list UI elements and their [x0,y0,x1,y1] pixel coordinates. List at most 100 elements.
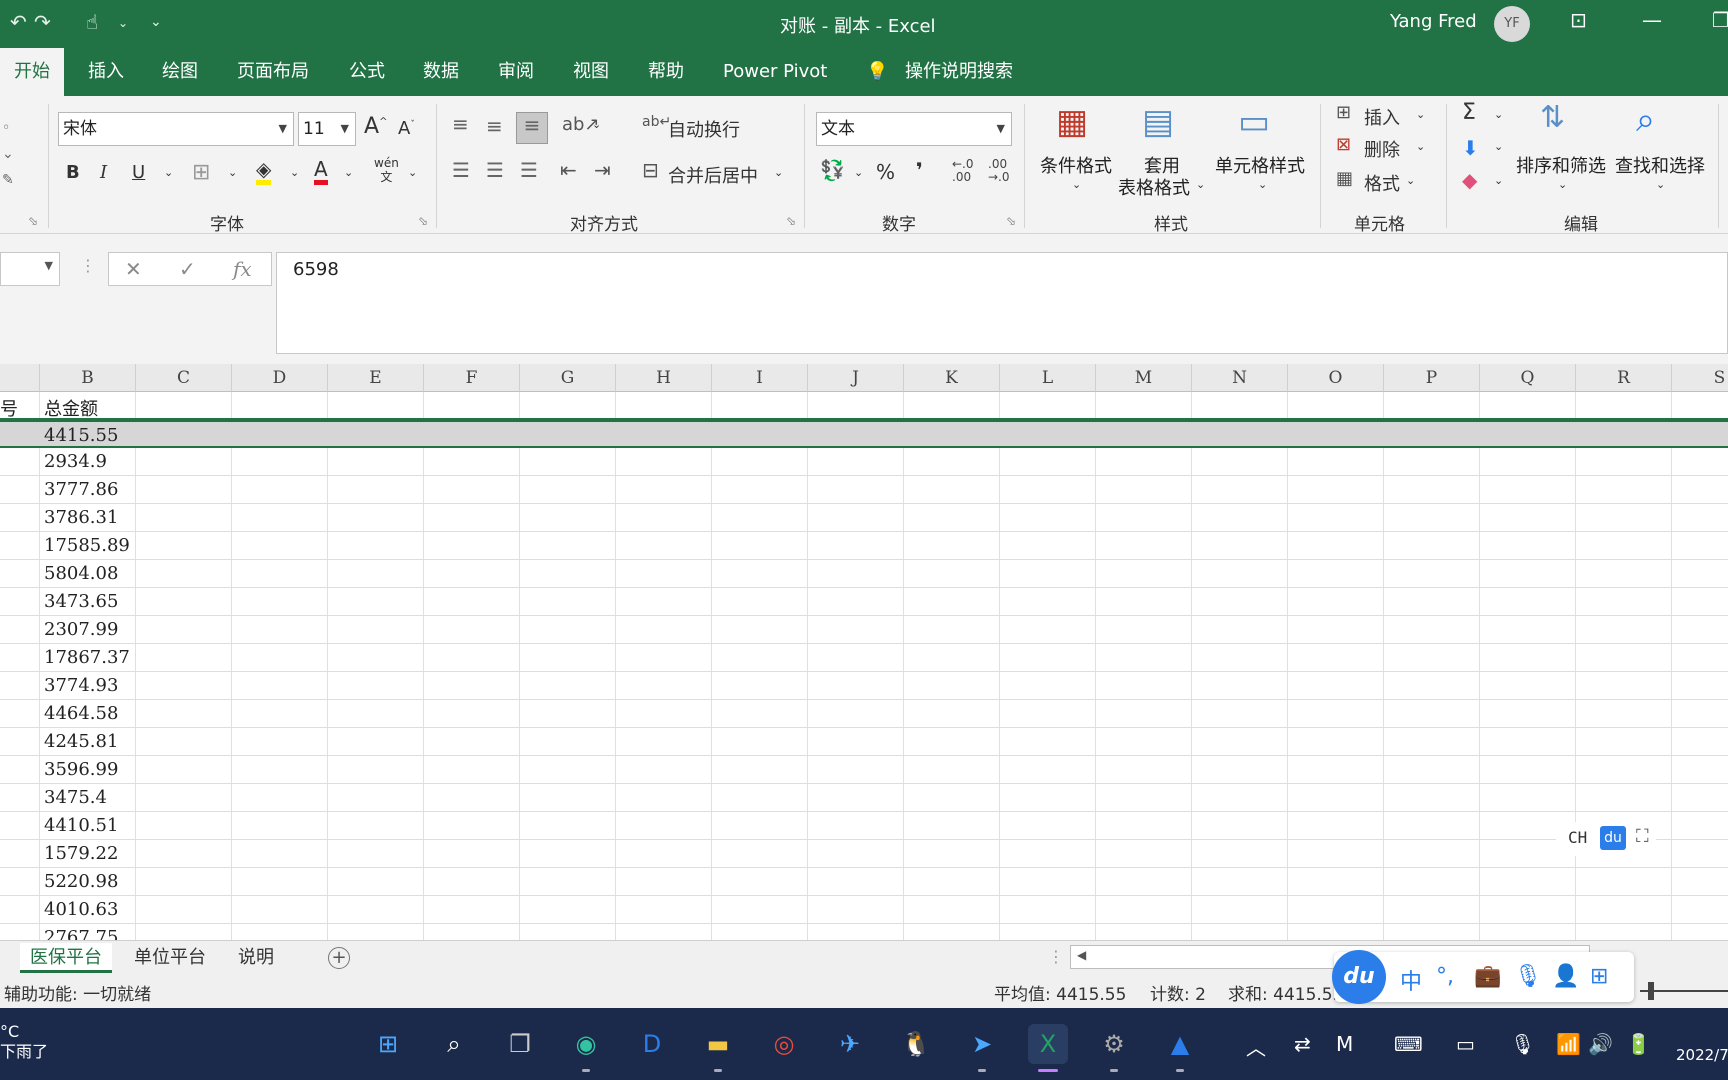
total-amount-cell[interactable]: 3596.99 [44,759,118,780]
table-row[interactable]: 3774.93 [0,672,1728,700]
column-header-l[interactable]: L [1000,364,1096,392]
toolbox-icon[interactable]: 💼 [1474,964,1501,989]
table-row[interactable]: 4010.63 [0,896,1728,924]
input-language-label[interactable]: CH [1568,828,1587,847]
orientation-dropdown-icon[interactable]: ⌄ [592,118,601,131]
cell-styles-icon[interactable]: ▭ [1238,102,1270,142]
drag-handle-icon[interactable]: ⋮ [80,256,96,275]
tray-display-icon[interactable]: ▭ [1456,1032,1475,1056]
expand-icon[interactable]: ⛶ [1636,826,1649,847]
redo-icon[interactable]: ↷ [34,10,51,34]
conditional-format-icon[interactable]: ▦ [1056,102,1088,142]
insert-cells-button[interactable]: 插入 [1364,104,1400,130]
table-row[interactable]: 3777.86 [0,476,1728,504]
conditional-format-button[interactable]: 条件格式 [1036,152,1116,178]
find-select-button[interactable]: 查找和选择 [1612,152,1708,178]
italic-button[interactable]: I [100,162,107,183]
table-row[interactable]: 4245.81 [0,728,1728,756]
underline-button[interactable]: U [132,162,145,183]
tab-view[interactable]: 视图 [573,48,609,96]
align-left-icon[interactable]: ☰ [452,158,470,182]
total-amount-cell[interactable]: 3786.31 [44,507,118,528]
align-top-icon[interactable]: ≡ [452,112,469,136]
feishu-icon[interactable]: ✈ [830,1024,870,1064]
total-amount-cell[interactable]: 3774.93 [44,675,118,696]
merge-center-button[interactable]: 合并后居中 [668,162,758,188]
sheet-tab-notes[interactable]: 说明 [228,943,284,973]
sort-filter-button[interactable]: 排序和筛选 [1516,152,1606,178]
tab-help[interactable]: 帮助 [648,48,684,96]
average-status[interactable]: 平均值: 4415.55 [994,980,1126,1005]
user-icon[interactable]: 👤 [1552,964,1579,989]
avatar[interactable]: YF [1494,6,1530,42]
column-header-j[interactable]: J [808,364,904,392]
font-color-icon[interactable]: A [314,158,328,185]
table-row[interactable]: 号总金额 [0,392,1728,420]
table-row[interactable]: 1579.22 [0,840,1728,868]
search-icon[interactable]: ⌕ [434,1024,474,1064]
format-as-table-line2[interactable]: 表格格式 [1114,174,1194,200]
shrink-font-icon[interactable]: Aˇ [398,118,415,139]
column-header-o[interactable]: O [1288,364,1384,392]
table-row[interactable]: 4464.58 [0,700,1728,728]
excel-taskbar-icon[interactable]: X [1028,1024,1068,1072]
border-icon[interactable]: ⊞ [192,160,210,185]
fill-icon[interactable]: ⬇ [1462,136,1479,160]
weather-widget[interactable]: °C 下雨了 [0,1022,48,1062]
file-explorer-icon[interactable]: ▬ [698,1024,738,1072]
column-header-a-partial[interactable] [0,364,40,392]
settings-icon[interactable]: ⚙ [1094,1024,1134,1072]
copy-icon[interactable]: ⌄ [2,146,14,162]
accounting-dropdown-icon[interactable]: ⌄ [854,166,863,179]
conditional-format-dropdown-icon[interactable]: ⌄ [1072,178,1081,191]
tray-settings-icon[interactable]: ⇄ [1294,1032,1311,1056]
count-status[interactable]: 计数: 2 [1150,980,1206,1005]
format-cells-icon[interactable]: ▦ [1336,168,1353,189]
align-bottom-icon[interactable]: ≡ [516,112,548,144]
column-header-b[interactable]: B [40,364,136,392]
insert-function-icon[interactable]: fx [233,257,252,281]
total-amount-cell[interactable]: 4010.63 [44,899,118,920]
insert-dropdown-icon[interactable]: ⌄ [1416,108,1425,121]
total-amount-cell[interactable]: 17585.89 [44,535,130,556]
sort-filter-icon[interactable]: ⇅ [1540,100,1565,135]
column-header-r[interactable]: R [1576,364,1672,392]
insert-cells-icon[interactable]: ⊞ [1336,102,1351,123]
find-select-icon[interactable]: ⌕ [1636,100,1655,140]
wrap-text-icon[interactable]: ab↵ [642,114,671,130]
total-amount-cell[interactable]: 5220.98 [44,871,118,892]
table-row[interactable]: 5804.08 [0,560,1728,588]
tab-review[interactable]: 审阅 [498,48,534,96]
battery-icon[interactable]: 🔋 [1626,1032,1651,1056]
column-header-d[interactable]: D [232,364,328,392]
table-row[interactable]: 17867.37 [0,644,1728,672]
fill-color-dropdown-icon[interactable]: ⌄ [290,166,299,179]
clear-dropdown-icon[interactable]: ⌄ [1494,174,1503,187]
total-amount-cell[interactable]: 1579.22 [44,843,118,864]
sort-filter-dropdown-icon[interactable]: ⌄ [1558,178,1567,191]
table-row[interactable]: 4415.55 [0,420,1728,448]
total-amount-cell[interactable]: 2934.9 [44,451,107,472]
qq-icon[interactable]: 🐧 [896,1024,936,1064]
cancel-icon[interactable]: ✕ [125,257,142,281]
number-format-combo[interactable]: 文本 ▼ [816,112,1012,146]
align-center-icon[interactable]: ☰ [486,158,504,182]
restore-icon[interactable]: ❐ [1712,8,1728,32]
table-row[interactable]: 5220.98 [0,868,1728,896]
tab-power-pivot[interactable]: Power Pivot [723,48,827,96]
format-painter-icon[interactable]: ✎ [2,172,14,188]
phonetic-dropdown-icon[interactable]: ⌄ [408,166,417,179]
format-dropdown-icon[interactable]: ⌄ [1406,174,1415,187]
fill-dropdown-icon[interactable]: ⌄ [1494,140,1503,153]
cell-styles-button[interactable]: 单元格样式 [1210,152,1310,178]
column-header-q[interactable]: Q [1480,364,1576,392]
format-as-table-dropdown-icon[interactable]: ⌄ [1196,178,1205,191]
user-name[interactable]: Yang Fred [1390,11,1477,32]
font-launcher-icon[interactable]: ⬂ [418,214,428,228]
touch-mode-icon[interactable]: ☝ [86,10,98,34]
sheet-tab-medical[interactable]: 医保平台 [20,943,112,973]
clipboard-launcher-icon[interactable]: ⬂ [28,214,38,228]
scroll-left-icon[interactable]: ◀ [1077,948,1086,962]
column-header-i[interactable]: I [712,364,808,392]
column-header-c[interactable]: C [136,364,232,392]
